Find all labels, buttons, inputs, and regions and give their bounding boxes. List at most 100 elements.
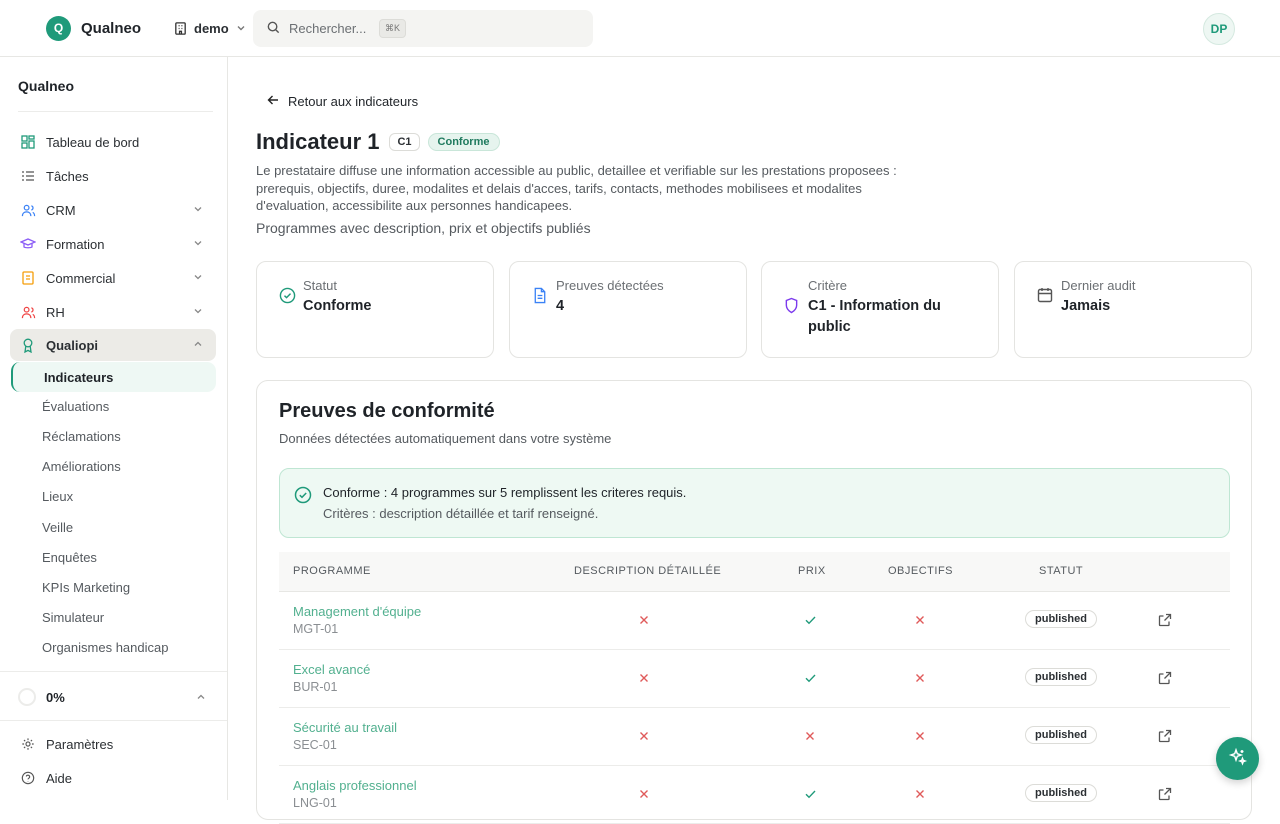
panel-subtitle: Données détectées automatiquement dans v… <box>279 431 612 446</box>
indicator-subdescription: Programmes avec description, prix et obj… <box>256 220 591 236</box>
stat-label: Dernier audit <box>1061 278 1136 293</box>
sidebar: Qualneo Tableau de bord Tâches CRM Forma… <box>0 57 228 800</box>
sidebar-subitem-evaluations[interactable]: Évaluations <box>42 399 109 414</box>
program-link[interactable]: Sécurité au travail <box>293 720 397 735</box>
check-circle-icon <box>294 486 312 507</box>
sidebar-subitem-simulateur[interactable]: Simulateur <box>42 610 104 625</box>
tasks-icon <box>20 168 36 184</box>
x-icon <box>914 787 928 801</box>
sidebar-item-label: Tâches <box>46 168 89 184</box>
sidebar-item-label: Paramètres <box>46 736 114 752</box>
sidebar-subitem-kpis-marketing[interactable]: KPIs Marketing <box>42 580 130 595</box>
search-input[interactable] <box>289 21 379 36</box>
external-link-icon[interactable] <box>1158 613 1172 630</box>
panel-title: Preuves de conformité <box>279 400 495 422</box>
calendar-icon <box>1037 287 1053 306</box>
sidebar-item-label: Tableau de bord <box>46 134 140 150</box>
onboarding-progress[interactable]: 0% <box>18 687 213 707</box>
users-icon <box>20 202 36 218</box>
check-icon <box>804 671 818 685</box>
sidebar-item-label: Qualiopi <box>46 337 98 353</box>
table-row: Sécurité au travail SEC-01 published <box>279 708 1230 766</box>
brand[interactable]: Q Qualneo <box>46 15 142 41</box>
external-link-icon[interactable] <box>1158 787 1172 804</box>
program-link[interactable]: Excel avancé <box>293 662 370 677</box>
sidebar-item-settings[interactable]: Paramètres <box>10 728 216 760</box>
shield-icon <box>784 297 799 317</box>
sidebar-item-commercial[interactable]: Commercial <box>10 262 216 294</box>
help-icon <box>20 770 36 786</box>
column-header-description: DESCRIPTION DÉTAILLÉE <box>574 565 722 577</box>
chevron-up-icon <box>195 691 207 706</box>
sidebar-item-crm[interactable]: CRM <box>10 194 216 226</box>
progress-ring <box>18 688 36 706</box>
program-link[interactable]: Anglais professionnel <box>293 778 417 793</box>
chevron-down-icon <box>192 271 204 286</box>
ai-assistant-button[interactable] <box>1216 737 1259 780</box>
sidebar-item-rh[interactable]: RH <box>10 296 216 328</box>
search-box[interactable]: ⌘K <box>253 10 593 47</box>
sidebar-title: Qualneo <box>18 78 75 94</box>
stat-value: Jamais <box>1061 298 1111 314</box>
user-avatar[interactable]: DP <box>1203 13 1235 45</box>
sidebar-item-help[interactable]: Aide <box>10 762 216 794</box>
gear-icon <box>20 736 36 752</box>
sidebar-subitem-lieux[interactable]: Lieux <box>42 489 73 504</box>
sidebar-item-label: Formation <box>46 236 105 252</box>
org-switcher[interactable]: demo <box>173 21 247 36</box>
back-link[interactable]: Retour aux indicateurs <box>267 94 418 109</box>
program-link[interactable]: Management d'équipe <box>293 604 421 619</box>
table-header: PROGRAMME DESCRIPTION DÉTAILLÉE PRIX OBJ… <box>279 552 1230 592</box>
status-badge: published <box>1025 784 1097 802</box>
sidebar-subitem-reclamations[interactable]: Réclamations <box>42 429 121 444</box>
external-link-icon[interactable] <box>1158 671 1172 688</box>
team-icon <box>20 304 36 320</box>
sidebar-item-formation[interactable]: Formation <box>10 228 216 260</box>
chevron-up-icon <box>192 338 204 353</box>
sidebar-subitem-veille[interactable]: Veille <box>42 520 73 535</box>
sidebar-subitem-organismes-handicap[interactable]: Organismes handicap <box>42 640 168 655</box>
arrow-left-icon <box>267 94 279 109</box>
brand-logo: Q <box>46 15 71 41</box>
column-header-prix: PRIX <box>798 565 826 577</box>
column-header-programme: PROGRAMME <box>293 565 371 577</box>
divider <box>0 671 227 672</box>
column-header-statut: STATUT <box>1039 565 1084 577</box>
stat-label: Statut <box>303 278 337 293</box>
x-icon <box>914 613 928 627</box>
indicator-description: Le prestataire diffuse une information a… <box>256 163 897 213</box>
sidebar-item-dashboard[interactable]: Tableau de bord <box>10 126 216 158</box>
status-badge: published <box>1025 668 1097 686</box>
sidebar-item-label: RH <box>46 304 65 320</box>
sidebar-subitem-indicateurs[interactable]: Indicateurs <box>11 362 216 392</box>
program-code: LNG-01 <box>293 796 337 810</box>
stat-label: Preuves détectées <box>556 278 664 293</box>
alert-message: Conforme : 4 programmes sur 5 remplissen… <box>323 485 687 500</box>
x-icon <box>638 671 652 685</box>
stat-card-proofs: Preuves détectées 4 <box>509 261 747 358</box>
sidebar-item-tasks[interactable]: Tâches <box>10 160 216 192</box>
stat-card-status: Statut Conforme <box>256 261 494 358</box>
divider <box>0 720 227 721</box>
stat-value: C1 - Information du public <box>808 298 941 335</box>
compliance-alert: Conforme : 4 programmes sur 5 remplissen… <box>279 468 1230 538</box>
code-badge: C1 <box>389 133 420 151</box>
sidebar-subitem-enquetes[interactable]: Enquêtes <box>42 550 97 565</box>
x-icon <box>638 787 652 801</box>
sidebar-item-qualiopi[interactable]: Qualiopi <box>10 329 216 361</box>
page-title: Indicateur 1 <box>256 129 380 154</box>
alert-detail: Critères : description détaillée et tari… <box>323 506 599 521</box>
x-icon <box>914 729 928 743</box>
program-code: SEC-01 <box>293 738 337 752</box>
chevron-down-icon <box>192 203 204 218</box>
stat-value: Conforme <box>303 298 372 314</box>
x-icon <box>638 729 652 743</box>
search-shortcut: ⌘K <box>379 19 407 38</box>
stat-card-last-audit: Dernier audit Jamais <box>1014 261 1252 358</box>
sidebar-subitem-ameliorations[interactable]: Améliorations <box>42 459 121 474</box>
brand-name: Qualneo <box>81 19 142 37</box>
external-link-icon[interactable] <box>1158 729 1172 746</box>
stat-label: Critère <box>808 278 848 293</box>
status-badge: published <box>1025 610 1097 628</box>
stat-value: 4 <box>556 298 565 314</box>
